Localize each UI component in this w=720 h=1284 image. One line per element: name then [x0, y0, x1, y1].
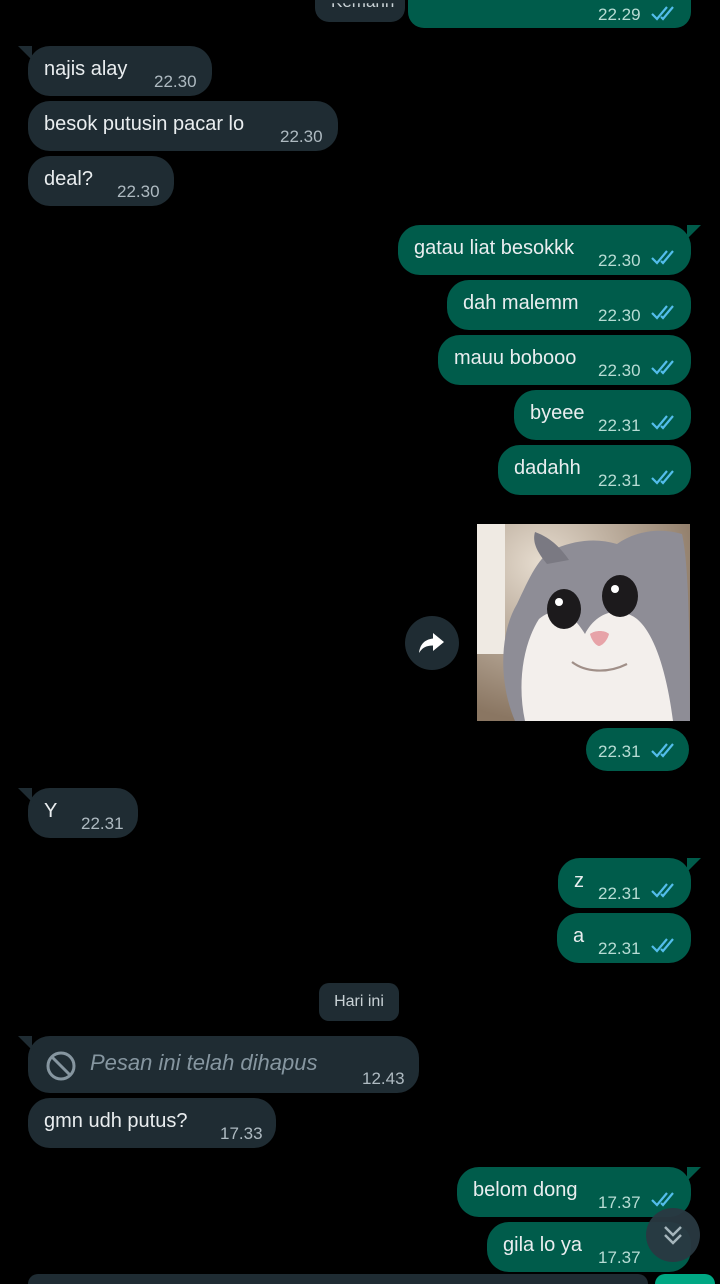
share-arrow-icon[interactable] [405, 616, 459, 670]
message-text: gila lo ya [503, 1234, 582, 1256]
read-ticks-icon [651, 415, 674, 430]
deleted-message-bubble[interactable]: Pesan ini telah dihapus 12.43 [18, 1036, 419, 1093]
bubble-tail [18, 46, 32, 60]
message-time: 22.31 [598, 471, 641, 490]
read-ticks-icon [651, 743, 674, 758]
message-time: 17.37 [598, 1193, 641, 1212]
message-bubble-incoming[interactable]: gmn udh putus? 17.33 [28, 1098, 276, 1148]
partial-outgoing-bubble[interactable]: 22.29 [408, 0, 691, 28]
message-text: belom dong [473, 1179, 578, 1201]
message-time: 17.37 [598, 1248, 641, 1267]
partial-incoming-bubble[interactable]: Kemarin [315, 0, 405, 22]
message-bubble-outgoing[interactable]: belom dong 17.37 [457, 1167, 701, 1217]
message-bubble-outgoing[interactable]: byeee 22.31 [514, 390, 691, 440]
chevrons-glyph [664, 1226, 682, 1245]
read-ticks-icon [651, 360, 674, 375]
message-bubble-incoming[interactable]: Y 22.31 [18, 788, 138, 838]
message-bubble-outgoing[interactable]: z 22.31 [558, 858, 701, 908]
message-time: 22.31 [81, 814, 124, 833]
deleted-message-text: Pesan ini telah dihapus [90, 1050, 318, 1075]
message-time: 22.30 [280, 127, 323, 146]
message-time: 22.30 [154, 72, 197, 91]
message-text: dah malemm [463, 292, 579, 314]
message-bubble-outgoing[interactable]: dadahh 22.31 [498, 445, 691, 495]
message-time: 17.33 [220, 1124, 263, 1143]
partial-incoming-text: Kemarin [331, 0, 395, 11]
bubble-tail [687, 858, 701, 872]
message-text: byeee [530, 402, 585, 424]
double-chevron-down-icon[interactable] [646, 1208, 700, 1262]
message-text: z [574, 870, 584, 892]
message-text: Y [44, 800, 58, 822]
message-bubble-outgoing[interactable]: a 22.31 [557, 913, 691, 963]
message-bubble-outgoing[interactable]: mauu bobooo 22.30 [438, 335, 691, 385]
message-text: dadahh [514, 457, 581, 479]
image-message[interactable] [477, 524, 690, 721]
message-text: gmn udh putus? [44, 1110, 188, 1132]
message-time: 22.31 [598, 416, 641, 435]
message-bubble-incoming[interactable]: najis alay 22.30 [18, 46, 212, 96]
message-text: gatau liat besokkk [414, 237, 575, 259]
message-time: 22.30 [598, 306, 641, 325]
partial-bottom-bubble-outgoing [655, 1274, 715, 1284]
message-text: najis alay [44, 58, 128, 80]
read-ticks-icon [651, 250, 674, 265]
bubble-tail [18, 788, 32, 802]
image-time-chip: 22.31 [586, 728, 689, 771]
message-bubble-incoming[interactable]: besok putusin pacar lo 22.30 [28, 101, 338, 151]
bubble-tail [687, 1167, 701, 1181]
message-time: 22.30 [117, 182, 160, 201]
read-ticks-icon [651, 938, 674, 953]
read-ticks-icon [651, 305, 674, 320]
message-bubble-outgoing[interactable]: gatau liat besokkk 22.30 [398, 225, 701, 275]
message-time: 22.31 [598, 742, 641, 761]
bubble-tail [18, 1036, 32, 1050]
read-ticks-icon [651, 6, 674, 21]
message-time: 22.30 [598, 251, 641, 270]
no-entry-icon [46, 1051, 76, 1081]
read-ticks-icon [651, 883, 674, 898]
message-time: 12.43 [362, 1069, 405, 1088]
message-time: 22.30 [598, 361, 641, 380]
cat-photo [477, 524, 690, 721]
message-bubble-outgoing[interactable]: dah malemm 22.30 [447, 280, 691, 330]
read-ticks-icon [651, 1192, 674, 1207]
message-text: mauu bobooo [454, 347, 577, 369]
message-text: besok putusin pacar lo [44, 113, 245, 135]
bubble-tail [687, 225, 701, 239]
message-time: 22.31 [598, 884, 641, 903]
message-time: 22.29 [598, 5, 641, 24]
read-ticks-icon [651, 470, 674, 485]
message-text: a [573, 925, 585, 947]
message-text: deal? [44, 168, 93, 190]
date-separator: Hari ini [319, 983, 399, 1021]
partial-bottom-bubble [28, 1274, 648, 1284]
message-time: 22.31 [598, 939, 641, 958]
forward-arrow-glyph [419, 633, 444, 653]
message-bubble-incoming[interactable]: deal? 22.30 [28, 156, 174, 206]
